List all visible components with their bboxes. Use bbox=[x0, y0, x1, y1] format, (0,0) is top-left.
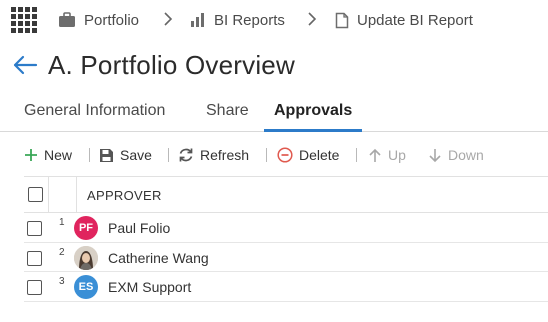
avatar bbox=[74, 245, 98, 270]
arrow-down-icon bbox=[428, 148, 442, 163]
avatar: ES bbox=[74, 275, 98, 299]
avatar-initials: PF bbox=[78, 222, 94, 234]
refresh-label: Refresh bbox=[200, 147, 250, 163]
table-row[interactable]: 3 ES EXM Support bbox=[24, 272, 548, 302]
breadcrumb-label: Portfolio bbox=[84, 11, 140, 29]
select-all-checkbox[interactable] bbox=[28, 187, 43, 202]
new-button[interactable]: New bbox=[24, 146, 72, 164]
row-checkbox[interactable] bbox=[27, 221, 42, 236]
avatar-initials: ES bbox=[78, 281, 94, 293]
user-photo-icon bbox=[74, 245, 98, 270]
up-label: Up bbox=[388, 147, 406, 163]
approvers-grid: APPROVER 1 PF Paul Folio 2 Catherine Wan… bbox=[24, 176, 548, 302]
column-divider bbox=[48, 177, 49, 213]
delete-icon bbox=[277, 147, 293, 163]
row-index: 1 bbox=[59, 217, 65, 228]
page-title: A. Portfolio Overview bbox=[48, 50, 295, 80]
new-label: New bbox=[44, 147, 73, 163]
briefcase-icon bbox=[58, 12, 76, 28]
delete-label: Delete bbox=[299, 147, 340, 163]
delete-button[interactable]: Delete bbox=[277, 146, 339, 164]
toolbar-divider bbox=[89, 148, 90, 162]
column-divider bbox=[76, 177, 77, 213]
row-checkbox[interactable] bbox=[27, 250, 42, 266]
app-launcher-icon[interactable] bbox=[11, 7, 37, 33]
save-button[interactable]: Save bbox=[99, 146, 152, 164]
table-row[interactable]: 2 Catherine Wang bbox=[24, 243, 548, 272]
avatar: PF bbox=[74, 216, 98, 240]
approver-column-header[interactable]: APPROVER bbox=[87, 188, 162, 203]
toolbar-divider bbox=[266, 148, 267, 162]
breadcrumb-item-portfolio[interactable]: Portfolio bbox=[58, 10, 139, 30]
breadcrumb-item-bi-reports[interactable]: BI Reports bbox=[190, 10, 285, 30]
table-row[interactable]: 1 PF Paul Folio bbox=[24, 213, 548, 243]
document-icon bbox=[335, 12, 349, 29]
approver-name[interactable]: Catherine Wang bbox=[108, 250, 209, 266]
row-checkbox[interactable] bbox=[27, 280, 42, 295]
breadcrumb-label: BI Reports bbox=[214, 11, 285, 29]
tab-approvals[interactable]: Approvals bbox=[264, 102, 363, 132]
refresh-icon bbox=[178, 147, 194, 163]
grid-header: APPROVER bbox=[24, 176, 548, 213]
breadcrumb-label: Update BI Report bbox=[357, 11, 473, 29]
tab-general-information[interactable]: General Information bbox=[24, 102, 165, 130]
approver-name[interactable]: EXM Support bbox=[108, 279, 191, 295]
save-icon bbox=[99, 148, 114, 163]
approver-name[interactable]: Paul Folio bbox=[108, 220, 170, 236]
tab-share[interactable]: Share bbox=[206, 102, 249, 130]
breadcrumb-item-update-bi-report[interactable]: Update BI Report bbox=[335, 10, 473, 30]
tab-bar: General Information Share Approvals bbox=[0, 96, 548, 132]
row-index: 3 bbox=[59, 276, 65, 287]
plus-icon bbox=[24, 148, 38, 162]
chevron-right-icon bbox=[308, 12, 317, 26]
breadcrumb: Portfolio BI Reports Update BI Report bbox=[0, 0, 548, 40]
toolbar-divider bbox=[356, 148, 357, 162]
down-label: Down bbox=[448, 147, 484, 163]
toolbar-divider bbox=[168, 148, 169, 162]
arrow-up-icon bbox=[368, 148, 382, 163]
bar-chart-icon bbox=[190, 12, 206, 28]
refresh-button[interactable]: Refresh bbox=[178, 146, 249, 164]
row-index: 2 bbox=[59, 246, 65, 258]
save-label: Save bbox=[120, 147, 152, 163]
toolbar: New Save Refresh Delete Up Down bbox=[0, 140, 548, 170]
back-arrow-icon[interactable] bbox=[12, 54, 38, 76]
move-down-button[interactable]: Down bbox=[428, 146, 484, 164]
chevron-right-icon bbox=[164, 12, 173, 26]
move-up-button[interactable]: Up bbox=[368, 146, 406, 164]
